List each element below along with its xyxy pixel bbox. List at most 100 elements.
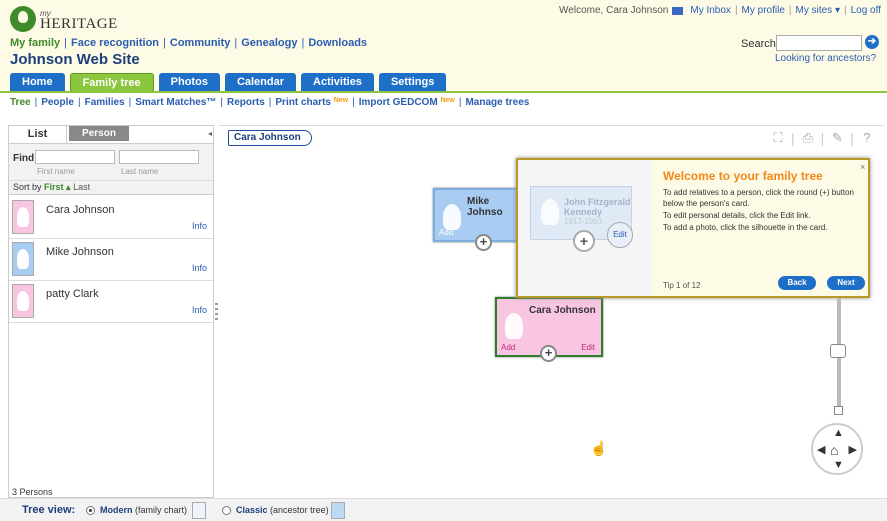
persons-count: 3 Persons (12, 487, 53, 497)
fullscreen-icon[interactable]: ⛶ (771, 131, 785, 145)
tab-person[interactable]: Person (69, 126, 129, 141)
subnav-families[interactable]: Families (85, 97, 125, 108)
help-icon[interactable]: ? (860, 131, 874, 145)
tab-activities[interactable]: Activities (301, 73, 374, 92)
subnav-manage-trees[interactable]: Manage trees (465, 97, 529, 108)
list-item[interactable]: Cara Johnson Info (9, 197, 213, 239)
sample-edit-badge: Edit (607, 222, 633, 248)
person-name[interactable]: patty Clark (46, 288, 99, 300)
tree-logo-icon (10, 6, 36, 32)
main-nav: My family | Face recognition | Community… (10, 37, 368, 49)
family-tree-subnav: Tree | People | Families | Smart Matches… (10, 97, 530, 108)
card-add-link[interactable]: Add (439, 228, 453, 237)
subnav-print-charts[interactable]: Print charts New (275, 97, 348, 108)
main-tabs: Home Family tree Photos Calendar Activit… (10, 73, 447, 92)
pan-right-icon[interactable]: ▶ (849, 443, 857, 456)
print-icon[interactable]: ⎙ (801, 131, 815, 145)
subnav-reports[interactable]: Reports (227, 97, 265, 108)
tree-view-bar: Tree view: Modern (family chart) Classic… (0, 498, 887, 521)
list-item[interactable]: patty Clark Info (9, 281, 213, 323)
subnav-people[interactable]: People (41, 97, 74, 108)
mail-icon (672, 6, 684, 15)
home-icon[interactable]: ⌂ (830, 442, 838, 458)
next-button[interactable]: Next (827, 276, 865, 290)
user-links: Welcome, Cara Johnson My Inbox | My prof… (559, 5, 881, 16)
add-relative-button[interactable]: + (540, 345, 557, 362)
collapse-panel-icon[interactable]: ◂ (208, 129, 212, 138)
tab-family-tree[interactable]: Family tree (69, 73, 154, 92)
panel-resize-handle[interactable] (215, 303, 218, 321)
sort-by-label: Sort by (13, 182, 42, 192)
nav-my-family[interactable]: My family (10, 37, 60, 49)
my-sites-menu[interactable]: My sites ▾ (796, 5, 840, 16)
info-link[interactable]: Info (192, 263, 207, 273)
zoom-slider-handle[interactable] (830, 344, 846, 358)
breadcrumb[interactable]: Cara Johnson (228, 130, 312, 146)
last-name-input[interactable] (119, 150, 199, 164)
sort-last-button[interactable]: Last (73, 182, 90, 192)
silhouette-icon[interactable] (12, 200, 34, 234)
first-name-input[interactable] (35, 150, 115, 164)
sample-plus-icon: + (573, 230, 595, 252)
ancestor-tree-thumbnail-icon[interactable] (331, 502, 345, 519)
silhouette-icon[interactable] (443, 204, 461, 230)
card-name: Cara Johnson (529, 305, 596, 316)
silhouette-icon[interactable] (12, 284, 34, 318)
classic-view-radio[interactable] (222, 506, 231, 515)
subnav-smart-matches[interactable]: Smart Matches™ (135, 97, 216, 108)
myheritage-logo[interactable]: my HERITAGE (10, 6, 118, 32)
pan-down-icon[interactable]: ▼ (833, 459, 844, 471)
pan-up-icon[interactable]: ▲ (833, 427, 844, 439)
nav-community[interactable]: Community (170, 37, 231, 49)
tab-settings[interactable]: Settings (378, 73, 447, 92)
tree-view-label: Tree view: (22, 504, 76, 516)
silhouette-icon[interactable] (12, 242, 34, 276)
pan-left-icon[interactable]: ◀ (817, 443, 825, 456)
add-relative-button[interactable]: + (475, 234, 492, 251)
info-link[interactable]: Info (192, 221, 207, 231)
sort-first-button[interactable]: First ▴ (44, 182, 71, 192)
last-name-hint: Last name (121, 167, 159, 176)
person-card-mike[interactable]: Mike Johnso Add (433, 188, 523, 242)
tab-photos[interactable]: Photos (158, 73, 220, 92)
site-header: my HERITAGE Welcome, Cara Johnson My Inb… (0, 0, 887, 92)
nav-downloads[interactable]: Downloads (308, 37, 367, 49)
silhouette-icon[interactable] (505, 313, 523, 339)
person-name[interactable]: Mike Johnson (46, 246, 114, 258)
tab-home[interactable]: Home (10, 73, 65, 92)
nav-genealogy[interactable]: Genealogy (241, 37, 297, 49)
close-icon[interactable]: × (860, 162, 865, 172)
logoff-link[interactable]: Log off (851, 5, 881, 16)
profile-link[interactable]: My profile (742, 5, 785, 16)
tab-list[interactable]: List (9, 126, 67, 143)
logo-heritage: HERITAGE (40, 15, 118, 32)
subnav-import-gedcom[interactable]: Import GEDCOM New (359, 97, 455, 108)
tab-bar-divider (0, 91, 887, 93)
modern-view-radio[interactable] (86, 506, 95, 515)
nav-face-recognition[interactable]: Face recognition (71, 37, 159, 49)
list-item[interactable]: Mike Johnson Info (9, 239, 213, 281)
subnav-tree[interactable]: Tree (10, 97, 31, 108)
family-chart-thumbnail-icon[interactable] (192, 502, 206, 519)
welcome-text: Welcome, Cara Johnson (559, 5, 669, 16)
zoom-out-icon[interactable] (834, 406, 843, 415)
silhouette-icon (541, 199, 559, 225)
search-go-button[interactable]: ➔ (865, 35, 879, 49)
classic-view-label[interactable]: Classic (ancestor tree) (236, 505, 329, 515)
search-label: Search (741, 38, 776, 50)
pan-control[interactable]: ▲ ◀ ⌂ ▶ ▼ (811, 423, 863, 475)
looking-for-ancestors-link[interactable]: Looking for ancestors? (775, 53, 876, 64)
welcome-tip-popup: John Fitzgerald Kennedy 1917-1963 + Edit… (516, 158, 870, 298)
back-button[interactable]: Back (778, 276, 816, 290)
wrench-icon[interactable]: ✎ (830, 131, 844, 145)
card-edit-link[interactable]: Edit (581, 343, 595, 352)
find-area: Find First name Last name (9, 143, 213, 180)
search-input[interactable] (776, 35, 862, 51)
sample-card-name: John Fitzgerald Kennedy (564, 197, 631, 217)
card-add-link[interactable]: Add (501, 343, 515, 352)
inbox-link[interactable]: My Inbox (690, 5, 731, 16)
info-link[interactable]: Info (192, 305, 207, 315)
modern-view-label[interactable]: Modern (family chart) (100, 505, 187, 515)
person-name[interactable]: Cara Johnson (46, 204, 115, 216)
tab-calendar[interactable]: Calendar (224, 73, 297, 92)
